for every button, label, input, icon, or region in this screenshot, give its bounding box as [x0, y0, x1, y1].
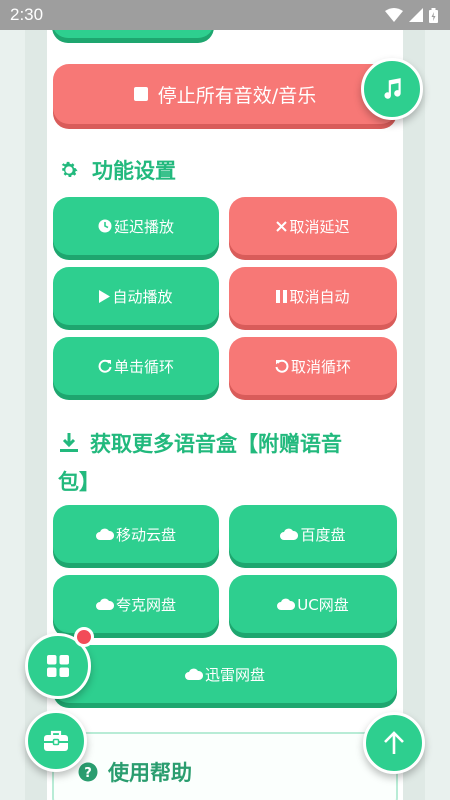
stop-all-button[interactable]: 停止所有音效/音乐	[53, 64, 397, 124]
uc-pan-label: UC网盘	[297, 595, 349, 614]
battery-icon	[429, 7, 438, 23]
status-icons	[385, 7, 438, 23]
cloud-icon	[277, 598, 296, 610]
cancel-delay-label: 取消延迟	[289, 217, 350, 236]
delay-play-label: 延迟播放	[113, 217, 174, 236]
help-title: ? 使用帮助	[78, 757, 192, 787]
settings-title: 功能设置	[58, 155, 176, 185]
svg-text:?: ?	[84, 766, 92, 781]
undo-icon	[275, 359, 289, 373]
cancel-loop-button[interactable]: 取消循环	[229, 337, 397, 395]
arrow-up-icon	[384, 731, 404, 754]
signal-icon	[409, 8, 423, 22]
help-icon: ?	[78, 762, 98, 782]
toolbox-icon	[44, 730, 68, 751]
status-bar: 2:30	[0, 0, 450, 30]
single-loop-label: 单击循环	[113, 357, 174, 376]
wifi-icon	[385, 8, 403, 22]
quark-pan-label: 夸克网盘	[115, 595, 176, 614]
stop-all-label: 停止所有音效/音乐	[157, 84, 317, 107]
play-icon	[99, 289, 111, 303]
music-fab[interactable]	[361, 58, 423, 120]
cancel-auto-button[interactable]: 取消自动	[229, 267, 397, 325]
xunlei-pan-label: 迅雷网盘	[204, 665, 265, 684]
grid-icon	[47, 655, 69, 677]
close-icon	[276, 220, 288, 232]
single-loop-button[interactable]: 单击循环	[53, 337, 219, 395]
delay-play-button[interactable]: 延迟播放	[53, 197, 219, 255]
baidu-pan-button[interactable]: 百度盘	[229, 505, 397, 563]
music-note-icon	[384, 78, 401, 99]
cloud-icon	[184, 668, 203, 680]
card-right-edge	[403, 30, 425, 800]
uc-pan-button[interactable]: UC网盘	[229, 575, 397, 633]
mobile-cloud-label: 移动云盘	[115, 525, 176, 544]
toolbox-fab[interactable]	[25, 710, 87, 772]
auto-play-button[interactable]: 自动播放	[53, 267, 219, 325]
stop-icon	[133, 87, 148, 101]
baidu-pan-label: 百度盘	[300, 525, 346, 544]
cancel-auto-label: 取消自动	[289, 287, 350, 306]
download-icon	[58, 432, 80, 454]
notification-badge	[74, 627, 94, 647]
pause-icon	[276, 289, 288, 303]
xunlei-pan-button[interactable]: 迅雷网盘	[53, 645, 397, 703]
help-title-text: 使用帮助	[108, 761, 192, 785]
auto-play-label: 自动播放	[112, 287, 173, 306]
cancel-loop-label: 取消循环	[290, 357, 351, 376]
cloud-icon	[95, 528, 114, 540]
scroll-top-fab[interactable]	[363, 712, 425, 774]
redo-icon	[98, 359, 112, 373]
quark-pan-button[interactable]: 夸克网盘	[53, 575, 219, 633]
more-title-line2: 包】	[58, 470, 100, 494]
settings-title-text: 功能设置	[92, 159, 176, 183]
more-title-line1: 获取更多语音盒【附赠语音	[90, 432, 342, 456]
cloud-icon	[280, 528, 299, 540]
status-time: 2:30	[10, 5, 44, 24]
cancel-delay-button[interactable]: 取消延迟	[229, 197, 397, 255]
more-title: 获取更多语音盒【附赠语音 包】	[58, 428, 342, 496]
mobile-cloud-button[interactable]: 移动云盘	[53, 505, 219, 563]
gear-icon	[58, 159, 80, 181]
clock-icon	[98, 219, 112, 233]
cloud-icon	[95, 598, 114, 610]
